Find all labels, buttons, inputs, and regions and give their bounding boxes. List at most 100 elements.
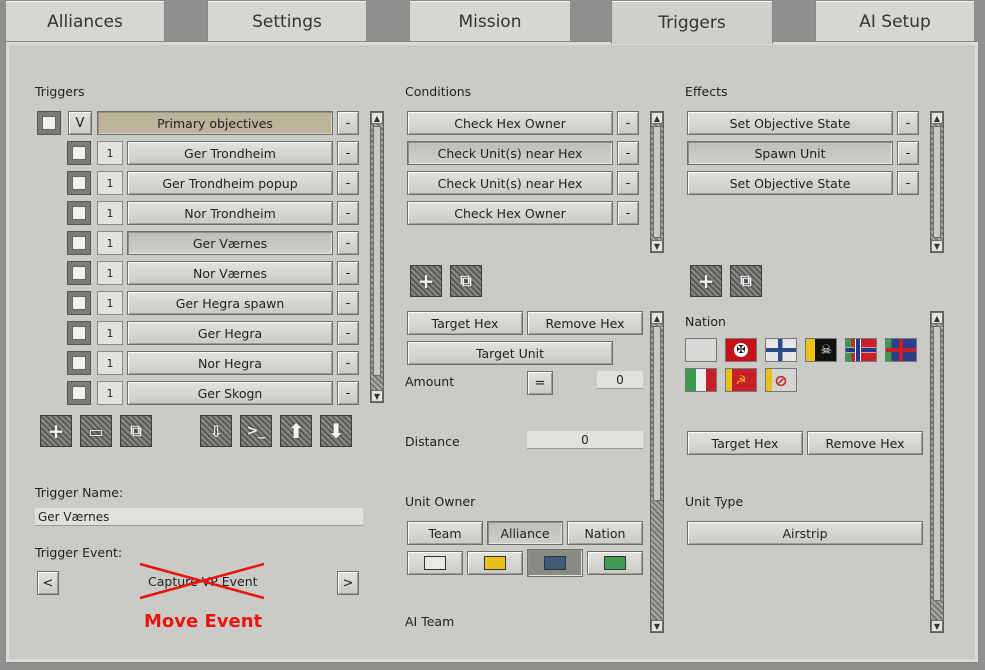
target-unit-button[interactable]: Target Unit: [407, 341, 613, 365]
scroll-up-icon[interactable]: ▲: [651, 112, 663, 124]
move-down-icon[interactable]: ⬇: [320, 415, 352, 447]
remove-button[interactable]: -: [617, 111, 639, 135]
trigger-row-button[interactable]: Ger Hegra: [127, 321, 333, 345]
no-nation-icon[interactable]: ⊘: [765, 368, 797, 392]
target-hex-button[interactable]: Target Hex: [407, 311, 523, 335]
remove-button[interactable]: -: [337, 351, 359, 375]
distance-input[interactable]: 0: [527, 431, 643, 449]
triggers-scrollbar[interactable]: ▲ ▼: [370, 111, 384, 403]
conditions-scrollbar[interactable]: ▲ ▼: [650, 111, 664, 253]
condition-details-scrollbar[interactable]: ▲ ▼: [650, 311, 664, 633]
effect-details-scrollbar[interactable]: ▲ ▼: [930, 311, 944, 633]
scroll-thumb[interactable]: [653, 126, 661, 238]
team-color-button[interactable]: [407, 551, 463, 575]
owner-team-tab[interactable]: Team: [407, 521, 483, 545]
trigger-row-checkbox[interactable]: [67, 261, 91, 285]
remove-button[interactable]: -: [337, 141, 359, 165]
trigger-row-checkbox[interactable]: [67, 291, 91, 315]
condition-item[interactable]: Check Unit(s) near Hex: [407, 141, 613, 165]
trigger-name-input[interactable]: Ger Værnes: [35, 508, 363, 526]
trigger-row-button[interactable]: Nor Hegra: [127, 351, 333, 375]
neutral-flag-icon[interactable]: [685, 338, 717, 362]
folder-icon[interactable]: ▭: [80, 415, 112, 447]
console-icon[interactable]: >_: [240, 415, 272, 447]
amount-input[interactable]: 0: [597, 371, 643, 389]
team-color-button[interactable]: [527, 549, 583, 577]
scroll-down-icon[interactable]: ▼: [931, 240, 943, 252]
scroll-up-icon[interactable]: ▲: [651, 312, 663, 324]
condition-item[interactable]: Check Unit(s) near Hex: [407, 171, 613, 195]
import-icon[interactable]: ⇩: [200, 415, 232, 447]
tab-settings[interactable]: Settings: [207, 0, 367, 42]
effect-item[interactable]: Spawn Unit: [687, 141, 893, 165]
scroll-down-icon[interactable]: ▼: [651, 620, 663, 632]
copy-icon[interactable]: ⧉: [120, 415, 152, 447]
add-effect-icon[interactable]: +: [690, 265, 722, 297]
scroll-up-icon[interactable]: ▲: [371, 112, 383, 124]
victory-toggle[interactable]: V: [68, 111, 92, 135]
event-prev-button[interactable]: <: [37, 571, 59, 595]
move-up-icon[interactable]: ⬆: [280, 415, 312, 447]
effect-item[interactable]: Set Objective State: [687, 111, 893, 135]
team-color-button[interactable]: [587, 551, 643, 575]
copy-condition-icon[interactable]: ⧉: [450, 265, 482, 297]
tab-mission[interactable]: Mission: [409, 0, 571, 42]
trigger-row-checkbox[interactable]: [67, 231, 91, 255]
trigger-row-checkbox[interactable]: [67, 351, 91, 375]
condition-item[interactable]: Check Hex Owner: [407, 201, 613, 225]
soviet-flag-icon[interactable]: ☭: [725, 368, 757, 392]
remove-button[interactable]: -: [337, 201, 359, 225]
italy-flag-icon[interactable]: [685, 368, 717, 392]
remove-button[interactable]: -: [617, 201, 639, 225]
remove-button[interactable]: -: [617, 171, 639, 195]
scroll-up-icon[interactable]: ▲: [931, 312, 943, 324]
trigger-row-button[interactable]: Ger Hegra spawn: [127, 291, 333, 315]
norway-flag-icon[interactable]: [845, 338, 877, 362]
remove-hex-button[interactable]: Remove Hex: [527, 311, 643, 335]
trigger-row-checkbox[interactable]: [67, 321, 91, 345]
trigger-row-checkbox[interactable]: [67, 141, 91, 165]
remove-button[interactable]: -: [337, 261, 359, 285]
tab-triggers[interactable]: Triggers: [611, 0, 773, 44]
remove-button[interactable]: -: [337, 381, 359, 405]
effect-target-hex-button[interactable]: Target Hex: [687, 431, 803, 455]
uk-flag-icon[interactable]: [885, 338, 917, 362]
trigger-row-button[interactable]: Ger Værnes: [127, 231, 333, 255]
effect-remove-hex-button[interactable]: Remove Hex: [807, 431, 923, 455]
condition-item[interactable]: Check Hex Owner: [407, 111, 613, 135]
add-trigger-icon[interactable]: +: [40, 415, 72, 447]
germany-flag-icon[interactable]: ✠: [725, 338, 757, 362]
remove-button[interactable]: -: [337, 231, 359, 255]
trigger-row-button[interactable]: Ger Skogn: [127, 381, 333, 405]
trigger-row-checkbox[interactable]: [67, 171, 91, 195]
scroll-down-icon[interactable]: ▼: [931, 620, 943, 632]
add-condition-icon[interactable]: +: [410, 265, 442, 297]
finland-flag-icon[interactable]: [765, 338, 797, 362]
header-checkbox[interactable]: [37, 111, 61, 135]
tab-alliances[interactable]: Alliances: [5, 0, 165, 42]
effects-scrollbar[interactable]: ▲ ▼: [930, 111, 944, 253]
event-next-button[interactable]: >: [337, 571, 359, 595]
remove-button[interactable]: -: [337, 321, 359, 345]
remove-button[interactable]: -: [897, 111, 919, 135]
tab-ai-setup[interactable]: AI Setup: [815, 0, 975, 42]
trigger-row-button[interactable]: Ger Trondheim popup: [127, 171, 333, 195]
effect-item[interactable]: Set Objective State: [687, 171, 893, 195]
remove-button[interactable]: -: [897, 171, 919, 195]
amount-operator-button[interactable]: =: [527, 371, 553, 395]
remove-button[interactable]: -: [617, 141, 639, 165]
trigger-row-button[interactable]: Nor Værnes: [127, 261, 333, 285]
scroll-thumb[interactable]: [933, 326, 941, 601]
scroll-thumb[interactable]: [653, 326, 661, 501]
team-color-button[interactable]: [467, 551, 523, 575]
remove-button[interactable]: -: [337, 171, 359, 195]
scroll-up-icon[interactable]: ▲: [931, 112, 943, 124]
pirate-flag-icon[interactable]: ☠: [805, 338, 837, 362]
trigger-row-button[interactable]: Nor Trondheim: [127, 201, 333, 225]
copy-effect-icon[interactable]: ⧉: [730, 265, 762, 297]
primary-objectives-button[interactable]: Primary objectives: [97, 111, 333, 135]
owner-nation-tab[interactable]: Nation: [567, 521, 643, 545]
remove-button[interactable]: -: [337, 111, 359, 135]
scroll-down-icon[interactable]: ▼: [651, 240, 663, 252]
owner-alliance-tab[interactable]: Alliance: [487, 521, 563, 545]
